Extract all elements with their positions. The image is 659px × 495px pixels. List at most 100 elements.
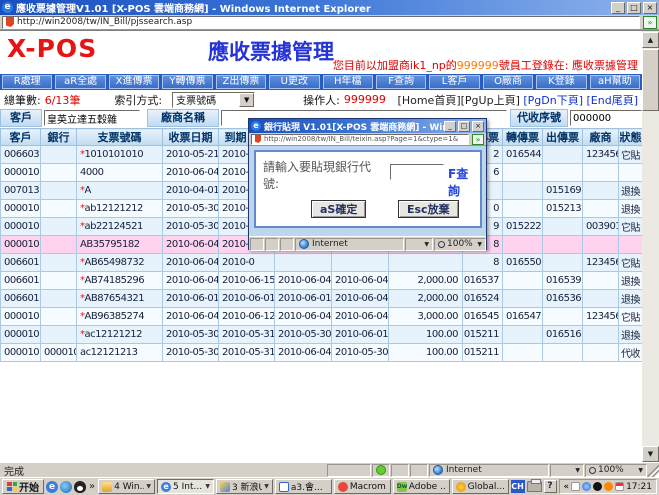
table-cell[interactable]: *ab12121212 xyxy=(77,200,163,218)
table-cell[interactable] xyxy=(41,146,77,164)
popup-maximize-icon[interactable]: □ xyxy=(458,121,470,132)
table-cell[interactable]: 2010-06-04 xyxy=(332,290,389,308)
table-cell[interactable] xyxy=(41,290,77,308)
confirm-button[interactable]: aS確定 xyxy=(311,200,366,218)
table-cell[interactable]: 退換 xyxy=(619,326,643,344)
table-cell[interactable]: 000010 xyxy=(1,344,41,362)
table-cell[interactable] xyxy=(41,200,77,218)
chevron-down-icon[interactable]: ▼ xyxy=(239,93,254,107)
table-cell[interactable]: 000010 xyxy=(1,218,41,236)
table-cell[interactable]: 006601 xyxy=(1,254,41,272)
table-cell[interactable]: 123456 xyxy=(583,308,619,326)
table-cell[interactable]: 3,000.00 xyxy=(389,308,463,326)
table-cell[interactable] xyxy=(41,164,77,182)
table-cell[interactable] xyxy=(503,200,543,218)
help-icon[interactable]: ? xyxy=(544,480,557,493)
table-cell[interactable] xyxy=(583,236,619,254)
alert-icon[interactable] xyxy=(604,482,613,491)
table-cell[interactable] xyxy=(543,344,583,362)
table-cell[interactable]: 2010-06-04 xyxy=(163,254,219,272)
table-cell[interactable] xyxy=(41,182,77,200)
page-icon[interactable] xyxy=(571,482,580,491)
table-cell[interactable]: 2010-05-31 xyxy=(219,326,275,344)
table-cell[interactable] xyxy=(389,254,463,272)
index-mode-select[interactable]: 支票號碼 ▼ xyxy=(172,92,255,108)
qq-icon[interactable] xyxy=(593,482,602,491)
table-cell[interactable]: 2010-06-04 xyxy=(163,236,219,254)
scroll-up-icon[interactable]: ▲ xyxy=(642,32,659,48)
taskbar-button[interactable]: a3.會... xyxy=(275,479,332,494)
chevron-down-icon[interactable]: ▼ xyxy=(205,483,210,490)
table-cell[interactable] xyxy=(41,326,77,344)
taskbar-button[interactable]: DwAdobe ... xyxy=(393,479,450,494)
address-field[interactable]: http://win2008/tw/IN_Bill/pjssearch.asp xyxy=(2,16,640,29)
table-row[interactable]: 006601*AB741852962010-06-042010-06-15201… xyxy=(1,272,643,290)
table-cell[interactable]: 2010-05-30 xyxy=(332,344,389,362)
table-cell[interactable]: 2010-05-30 xyxy=(163,326,219,344)
table-cell[interactable]: ac12121213 xyxy=(77,344,163,362)
table-row[interactable]: 000010*AB963852742010-06-042010-06-12201… xyxy=(1,308,643,326)
table-cell[interactable]: 000010 xyxy=(1,308,41,326)
table-cell[interactable]: 016544 xyxy=(503,146,543,164)
table-cell[interactable] xyxy=(543,164,583,182)
table-cell[interactable] xyxy=(41,218,77,236)
table-cell[interactable]: 它貼 xyxy=(619,254,643,272)
menu-modify-button[interactable]: U更改 xyxy=(269,75,319,89)
menu-customer-button[interactable]: L客戶 xyxy=(429,75,479,89)
scroll-down-icon[interactable]: ▼ xyxy=(642,446,659,462)
msn-icon[interactable] xyxy=(582,482,591,491)
table-cell[interactable]: 2010-06-01 xyxy=(275,290,332,308)
taskbar-button[interactable]: 3 新浪UC▼ xyxy=(216,479,273,494)
table-cell[interactable] xyxy=(503,164,543,182)
scrollbar-thumb[interactable] xyxy=(642,49,659,111)
table-cell[interactable] xyxy=(41,308,77,326)
table-cell[interactable] xyxy=(583,290,619,308)
collect-seq-input[interactable] xyxy=(570,110,642,126)
popup-zoom-control[interactable]: 100% ▼ xyxy=(434,238,486,251)
menu-query-button[interactable]: F查詢 xyxy=(376,75,426,89)
table-cell[interactable]: 退換 xyxy=(619,272,643,290)
table-cell[interactable]: 它貼 xyxy=(619,146,643,164)
table-cell[interactable]: 2010-05-30 xyxy=(163,200,219,218)
table-cell[interactable]: 016537 xyxy=(463,272,503,290)
table-cell[interactable]: 代收 xyxy=(619,344,643,362)
table-cell[interactable]: 016550 xyxy=(503,254,543,272)
table-cell[interactable]: 003901 xyxy=(583,218,619,236)
chevron-down-icon[interactable]: ▼ xyxy=(477,241,482,248)
table-cell[interactable]: 2010-06-04 xyxy=(332,272,389,290)
table-cell[interactable]: 000010 xyxy=(1,164,41,182)
table-cell[interactable]: 100.00 xyxy=(389,344,463,362)
table-cell[interactable] xyxy=(619,236,643,254)
chevron-down-icon[interactable]: ▼ xyxy=(264,483,269,490)
table-row[interactable]: 006601*AB876543212010-06-012010-06-01201… xyxy=(1,290,643,308)
table-cell[interactable]: *AB74185296 xyxy=(77,272,163,290)
table-cell[interactable] xyxy=(543,308,583,326)
table-cell[interactable]: 2,000.00 xyxy=(389,272,463,290)
table-cell[interactable] xyxy=(503,236,543,254)
table-cell[interactable]: 2010-06-01 xyxy=(219,290,275,308)
menu-year-file-button[interactable]: H年檔 xyxy=(323,75,373,89)
table-cell[interactable]: 015213 xyxy=(543,200,583,218)
table-cell[interactable]: 2010-06-04 xyxy=(275,344,332,362)
taskbar-button[interactable]: e5 Int...▼ xyxy=(157,479,214,494)
table-cell[interactable]: 它貼 xyxy=(619,218,643,236)
table-cell[interactable] xyxy=(41,236,77,254)
table-cell[interactable]: *AB96385274 xyxy=(77,308,163,326)
table-cell[interactable] xyxy=(583,344,619,362)
menu-all-process-button[interactable]: aR全處 xyxy=(55,75,105,89)
table-cell[interactable]: 2010-05-31 xyxy=(219,344,275,362)
table-cell[interactable] xyxy=(583,326,619,344)
table-cell[interactable]: *ac12121212 xyxy=(77,326,163,344)
table-cell[interactable]: 016516 xyxy=(543,326,583,344)
table-cell[interactable]: 015211 xyxy=(463,344,503,362)
table-cell[interactable]: 2,000.00 xyxy=(389,290,463,308)
table-cell[interactable] xyxy=(543,236,583,254)
nav-pgup-link[interactable]: [PgUp上頁] xyxy=(461,94,520,107)
table-cell[interactable] xyxy=(503,290,543,308)
table-cell[interactable]: 006601 xyxy=(1,272,41,290)
table-cell[interactable]: *AB65498732 xyxy=(77,254,163,272)
menu-transfer-voucher-button[interactable]: Y轉傳票 xyxy=(162,75,212,89)
table-cell[interactable]: 006603 xyxy=(1,146,41,164)
table-cell[interactable]: 退換 xyxy=(619,200,643,218)
table-cell[interactable] xyxy=(275,254,332,272)
